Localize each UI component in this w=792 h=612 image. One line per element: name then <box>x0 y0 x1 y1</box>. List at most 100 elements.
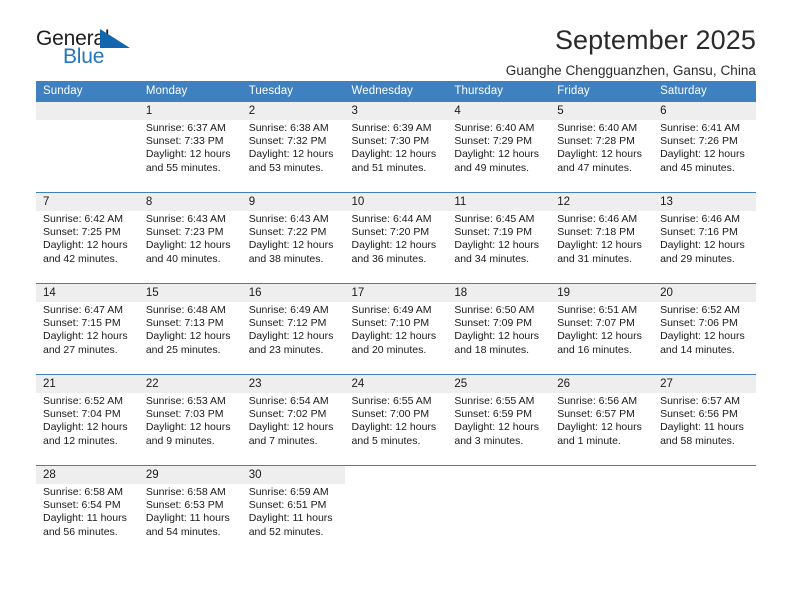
day-cell-9[interactable]: 9 Sunrise: 6:43 AM Sunset: 7:22 PM Daylight… <box>241 193 345 283</box>
day-cell-20[interactable]: 20 Sunrise: 6:52 AM Sunset: 7:06 PM Dayligh… <box>653 284 756 374</box>
sunset-text: Sunset: 7:33 PM <box>145 135 224 148</box>
day-details: Sunrise: 6:43 AM Sunset: 7:23 PM Daylight:… <box>139 211 242 266</box>
sunrise-text: Sunrise: 6:58 AM <box>43 486 123 498</box>
day-cell-11[interactable]: 11 Sunrise: 6:45 AM Sunset: 7:19 PM Dayligh… <box>447 193 551 283</box>
day-number: 14 <box>36 284 139 302</box>
day-cell-7[interactable]: 7 Sunrise: 6:42 AM Sunset: 7:25 PM Daylight… <box>36 193 139 283</box>
daylight-line1-text: Daylight: 12 hours <box>43 239 128 252</box>
daylight-line2-text: and 55 minutes. <box>145 161 221 174</box>
sunrise-text: Sunrise: 6:57 AM <box>660 395 741 407</box>
sunrise-text: Sunrise: 6:52 AM <box>43 395 123 407</box>
day-cell-2[interactable]: 2 Sunrise: 6:38 AM Sunset: 7:32 PM Daylight… <box>241 102 345 192</box>
day-details: Sunrise: 6:51 AM Sunset: 7:07 PM Daylight:… <box>550 302 653 357</box>
sunset-text: Sunset: 7:10 PM <box>351 317 430 330</box>
calendar-week-row: 7 Sunrise: 6:42 AM Sunset: 7:25 PM Daylight… <box>36 192 756 284</box>
day-number <box>550 466 654 484</box>
day-cell-4[interactable]: 4 Sunrise: 6:40 AM Sunset: 7:29 PM Daylight… <box>447 102 551 192</box>
day-cell-30[interactable]: 30 Sunrise: 6:59 AM Sunset: 6:51 PM Dayligh… <box>241 466 345 556</box>
general-blue-logo[interactable]: General Blue <box>36 26 146 78</box>
day-cell-empty <box>447 466 551 556</box>
weekday-header-friday: Friday <box>550 81 654 102</box>
sunrise-text: Sunrise: 6:55 AM <box>351 395 432 407</box>
sunrise-text: Sunrise: 6:51 AM <box>557 304 638 316</box>
sunrise-sunset-calendar: Sunday Monday Tuesday Wednesday Thursday Frid… <box>36 81 756 556</box>
daylight-line2-text: and 42 minutes. <box>43 252 118 265</box>
daylight-line1-text: Daylight: 12 hours <box>351 239 437 252</box>
daylight-line2-text: and 29 minutes. <box>660 252 735 265</box>
day-number: 30 <box>241 466 345 484</box>
day-details: Sunrise: 6:48 AM Sunset: 7:13 PM Daylight:… <box>139 302 242 357</box>
day-cell-10[interactable]: 10 Sunrise: 6:44 AM Sunset: 7:20 PM Dayligh… <box>344 193 448 283</box>
daylight-line1-text: Daylight: 12 hours <box>43 421 128 434</box>
day-cell-22[interactable]: 22 Sunrise: 6:53 AM Sunset: 7:03 PM Dayligh… <box>138 375 242 465</box>
daylight-line2-text: and 3 minutes. <box>454 434 524 447</box>
day-number: 11 <box>447 193 551 211</box>
day-cell-1[interactable]: 1 Sunrise: 6:37 AM Sunset: 7:33 PM Daylight… <box>138 102 242 192</box>
day-cell-16[interactable]: 16 Sunrise: 6:49 AM Sunset: 7:12 PM Dayligh… <box>241 284 345 374</box>
day-number: 1 <box>138 102 242 120</box>
day-number: 17 <box>344 284 448 302</box>
day-details: Sunrise: 6:55 AM Sunset: 6:59 PM Daylight:… <box>447 393 550 448</box>
sunrise-text: Sunrise: 6:56 AM <box>557 395 638 407</box>
day-number <box>447 466 551 484</box>
daylight-line2-text: and 5 minutes. <box>351 434 421 447</box>
day-number: 9 <box>241 193 345 211</box>
day-cell-6[interactable]: 6 Sunrise: 6:41 AM Sunset: 7:26 PM Daylight… <box>653 102 756 192</box>
daylight-line2-text: and 51 minutes. <box>351 161 427 174</box>
sunset-text: Sunset: 7:12 PM <box>248 317 327 330</box>
day-cell-24[interactable]: 24 Sunrise: 6:55 AM Sunset: 7:00 PM Dayligh… <box>344 375 448 465</box>
sunset-text: Sunset: 7:06 PM <box>660 317 738 330</box>
day-cell-3[interactable]: 3 Sunrise: 6:39 AM Sunset: 7:30 PM Daylight… <box>344 102 448 192</box>
day-number: 12 <box>550 193 654 211</box>
day-cell-5[interactable]: 5 Sunrise: 6:40 AM Sunset: 7:28 PM Daylight… <box>550 102 654 192</box>
sunrise-text: Sunrise: 6:49 AM <box>248 304 329 316</box>
day-details: Sunrise: 6:38 AM Sunset: 7:32 PM Daylight:… <box>242 120 345 175</box>
day-number: 3 <box>344 102 448 120</box>
day-cell-19[interactable]: 19 Sunrise: 6:51 AM Sunset: 7:07 PM Dayligh… <box>550 284 654 374</box>
day-cell-12[interactable]: 12 Sunrise: 6:46 AM Sunset: 7:18 PM Dayligh… <box>550 193 654 283</box>
sunset-text: Sunset: 7:07 PM <box>557 317 635 330</box>
sunset-text: Sunset: 7:26 PM <box>660 135 738 148</box>
daylight-line1-text: Daylight: 12 hours <box>248 421 334 434</box>
day-details: Sunrise: 6:46 AM Sunset: 7:16 PM Daylight:… <box>653 211 756 266</box>
day-cell-29[interactable]: 29 Sunrise: 6:58 AM Sunset: 6:53 PM Dayligh… <box>138 466 242 556</box>
sunset-text: Sunset: 7:25 PM <box>43 226 121 239</box>
day-cell-14[interactable]: 14 Sunrise: 6:47 AM Sunset: 7:15 PM Dayligh… <box>36 284 139 374</box>
calendar-week-row: 14 Sunrise: 6:47 AM Sunset: 7:15 PM Dayligh… <box>36 283 756 375</box>
sunrise-text: Sunrise: 6:38 AM <box>248 122 329 134</box>
day-cell-8[interactable]: 8 Sunrise: 6:43 AM Sunset: 7:23 PM Daylight… <box>138 193 242 283</box>
weekday-header-tuesday: Tuesday <box>241 81 345 102</box>
sunset-text: Sunset: 6:51 PM <box>248 499 327 512</box>
day-cell-26[interactable]: 26 Sunrise: 6:56 AM Sunset: 6:57 PM Dayligh… <box>550 375 654 465</box>
day-cell-15[interactable]: 15 Sunrise: 6:48 AM Sunset: 7:13 PM Dayligh… <box>138 284 242 374</box>
day-details: Sunrise: 6:37 AM Sunset: 7:33 PM Daylight:… <box>139 120 242 175</box>
page-header: General Blue September 2025 Guanghe Chen… <box>36 0 756 79</box>
sunset-text: Sunset: 7:19 PM <box>454 226 533 239</box>
day-details: Sunrise: 6:40 AM Sunset: 7:29 PM Daylight:… <box>447 120 550 175</box>
daylight-line1-text: Daylight: 12 hours <box>454 330 540 343</box>
calendar-header-row: Sunday Monday Tuesday Wednesday Thursday Frid… <box>36 81 756 102</box>
day-cell-27[interactable]: 27 Sunrise: 6:57 AM Sunset: 6:56 PM Dayligh… <box>653 375 756 465</box>
day-number: 6 <box>653 102 756 120</box>
day-cell-25[interactable]: 25 Sunrise: 6:55 AM Sunset: 6:59 PM Dayligh… <box>447 375 551 465</box>
sunrise-text: Sunrise: 6:59 AM <box>248 486 329 498</box>
day-cell-23[interactable]: 23 Sunrise: 6:54 AM Sunset: 7:02 PM Dayligh… <box>241 375 345 465</box>
day-details: Sunrise: 6:58 AM Sunset: 6:53 PM Daylight:… <box>139 484 242 539</box>
sunrise-text: Sunrise: 6:49 AM <box>351 304 432 316</box>
day-cell-13[interactable]: 13 Sunrise: 6:46 AM Sunset: 7:16 PM Dayligh… <box>653 193 756 283</box>
day-number: 29 <box>138 466 242 484</box>
day-cell-18[interactable]: 18 Sunrise: 6:50 AM Sunset: 7:09 PM Dayligh… <box>447 284 551 374</box>
daylight-line2-text: and 20 minutes. <box>351 343 427 356</box>
daylight-line1-text: Daylight: 12 hours <box>557 239 642 252</box>
day-cell-21[interactable]: 21 Sunrise: 6:52 AM Sunset: 7:04 PM Dayligh… <box>36 375 139 465</box>
calendar-body: 1 Sunrise: 6:37 AM Sunset: 7:33 PM Daylight… <box>36 102 756 556</box>
daylight-line1-text: Daylight: 11 hours <box>660 421 744 434</box>
day-cell-28[interactable]: 28 Sunrise: 6:58 AM Sunset: 6:54 PM Dayligh… <box>36 466 139 556</box>
day-number: 7 <box>36 193 139 211</box>
daylight-line2-text: and 1 minute. <box>557 434 621 447</box>
day-cell-17[interactable]: 17 Sunrise: 6:49 AM Sunset: 7:10 PM Dayligh… <box>344 284 448 374</box>
daylight-line1-text: Daylight: 12 hours <box>557 421 642 434</box>
daylight-line1-text: Daylight: 11 hours <box>43 512 127 525</box>
weekday-header-thursday: Thursday <box>447 81 551 102</box>
calendar-week-row: 21 Sunrise: 6:52 AM Sunset: 7:04 PM Dayligh… <box>36 374 756 466</box>
